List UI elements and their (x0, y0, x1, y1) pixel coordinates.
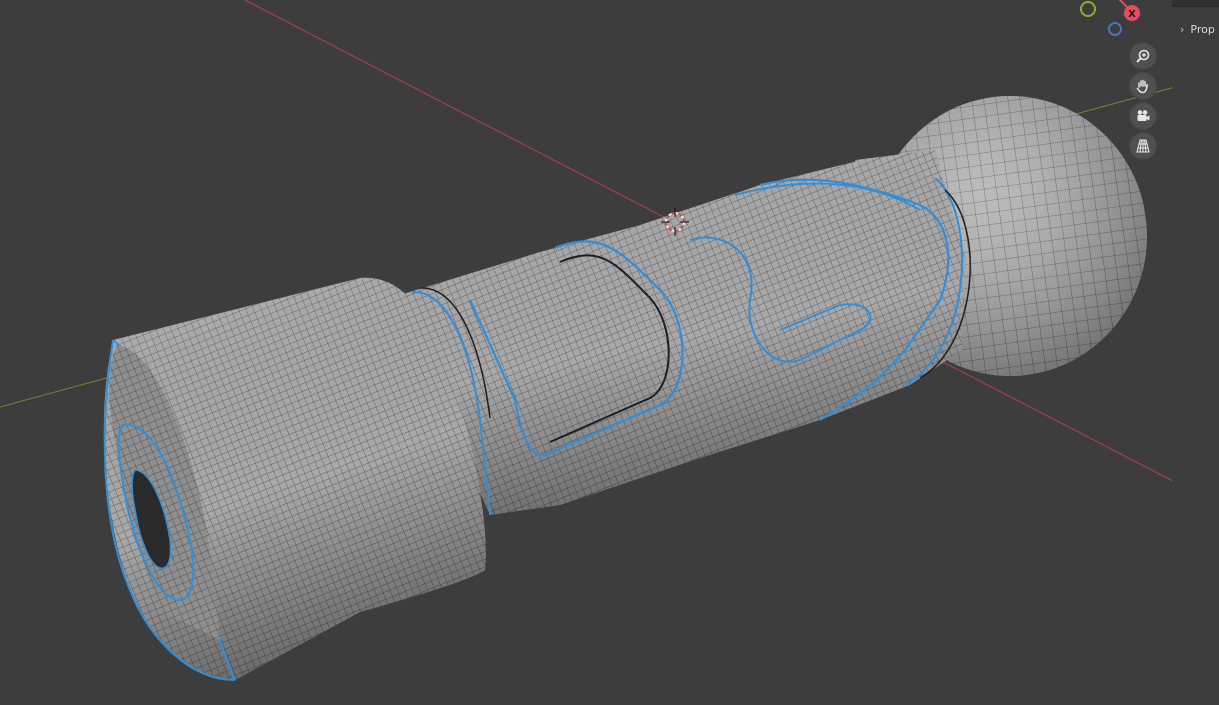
3d-viewport[interactable] (0, 0, 1219, 705)
mesh-grip-section[interactable] (400, 158, 971, 516)
gizmo-x-label: X (1128, 9, 1136, 20)
chevron-right-icon[interactable]: › (1180, 23, 1184, 36)
zoom-icon[interactable] (1130, 43, 1156, 69)
properties-label: Prop (1190, 22, 1215, 36)
panel-top-strip (1172, 0, 1219, 7)
viewport-canvas[interactable] (0, 0, 1219, 705)
grid-perspective-icon[interactable] (1130, 133, 1156, 159)
camera-icon[interactable] (1130, 103, 1156, 129)
gizmo-z-circle[interactable] (1108, 22, 1122, 36)
sidebar-panel: › Prop (1172, 0, 1219, 705)
hand-pan-icon[interactable] (1130, 73, 1156, 99)
properties-row[interactable]: › Prop (1180, 20, 1219, 38)
gizmo-y-circle[interactable] (1080, 1, 1096, 17)
navigation-gizmo[interactable]: X (1070, 0, 1170, 45)
